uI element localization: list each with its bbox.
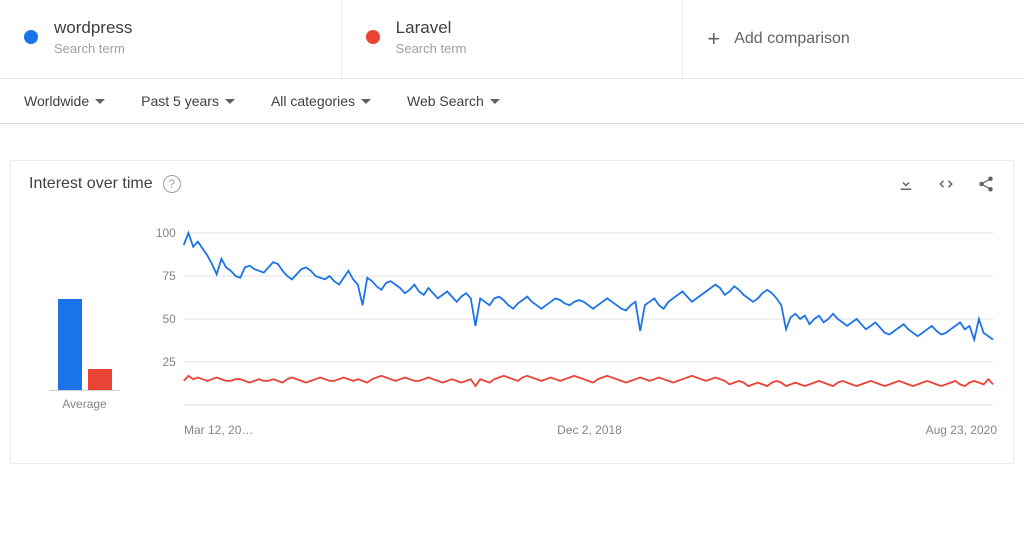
filters-row: Worldwide Past 5 years All categories We… [0,79,1024,124]
x-tick-2: Aug 23, 2020 [926,423,997,437]
help-icon[interactable]: ? [163,175,181,193]
filter-search-type[interactable]: Web Search [407,93,500,109]
panel-header: Interest over time ? [11,161,1013,207]
term-color-dot-2 [366,30,380,44]
chevron-down-icon [95,99,105,104]
term-sub-1: Search term [54,41,132,56]
average-label: Average [62,397,106,411]
panel-title: Interest over time [29,175,153,193]
svg-text:100: 100 [156,227,176,240]
svg-text:50: 50 [163,312,177,326]
share-icon[interactable] [977,175,995,193]
chevron-down-icon [490,99,500,104]
add-comparison-button[interactable]: + Add comparison [683,0,1024,78]
x-tick-1: Dec 2, 2018 [557,423,622,437]
chart-area: Average 25 50 75 100 Mar 12, 20… Dec 2, 201… [11,207,1013,463]
panel-actions [897,175,995,193]
filter-time-label: Past 5 years [141,93,219,109]
filter-region-label: Worldwide [24,93,89,109]
term-name-1: wordpress [54,18,132,38]
chart-svg: 25 50 75 100 [142,227,997,417]
term-card-2[interactable]: Laravel Search term [342,0,684,78]
chevron-down-icon [361,99,371,104]
filter-time[interactable]: Past 5 years [141,93,235,109]
x-tick-0: Mar 12, 20… [184,423,253,437]
comparison-terms-row: wordpress Search term Laravel Search ter… [0,0,1024,79]
term-name-2: Laravel [396,18,467,38]
term-card-1[interactable]: wordpress Search term [0,0,342,78]
term-text-2: Laravel Search term [396,18,467,56]
svg-text:75: 75 [163,269,177,283]
average-bars-block: Average [27,227,142,437]
panel-title-block: Interest over time ? [29,175,181,193]
line-chart: 25 50 75 100 Mar 12, 20… Dec 2, 2018 Aug 23… [142,227,997,437]
filter-region[interactable]: Worldwide [24,93,105,109]
average-bars [50,241,120,391]
embed-icon[interactable] [937,175,955,193]
chevron-down-icon [225,99,235,104]
x-axis-labels: Mar 12, 20… Dec 2, 2018 Aug 23, 2020 [142,417,997,437]
filter-category-label: All categories [271,93,355,109]
filter-search-type-label: Web Search [407,93,484,109]
filter-category[interactable]: All categories [271,93,371,109]
term-color-dot-1 [24,30,38,44]
avg-bar-wordpress [58,299,82,391]
add-comparison-label: Add comparison [734,30,850,48]
svg-text:25: 25 [163,355,177,369]
term-text-1: wordpress Search term [54,18,132,56]
avg-bar-laravel [88,369,112,390]
term-sub-2: Search term [396,41,467,56]
download-icon[interactable] [897,175,915,193]
plus-icon: + [707,26,720,52]
interest-over-time-panel: Interest over time ? Average 25 50 75 100 M… [10,160,1014,464]
